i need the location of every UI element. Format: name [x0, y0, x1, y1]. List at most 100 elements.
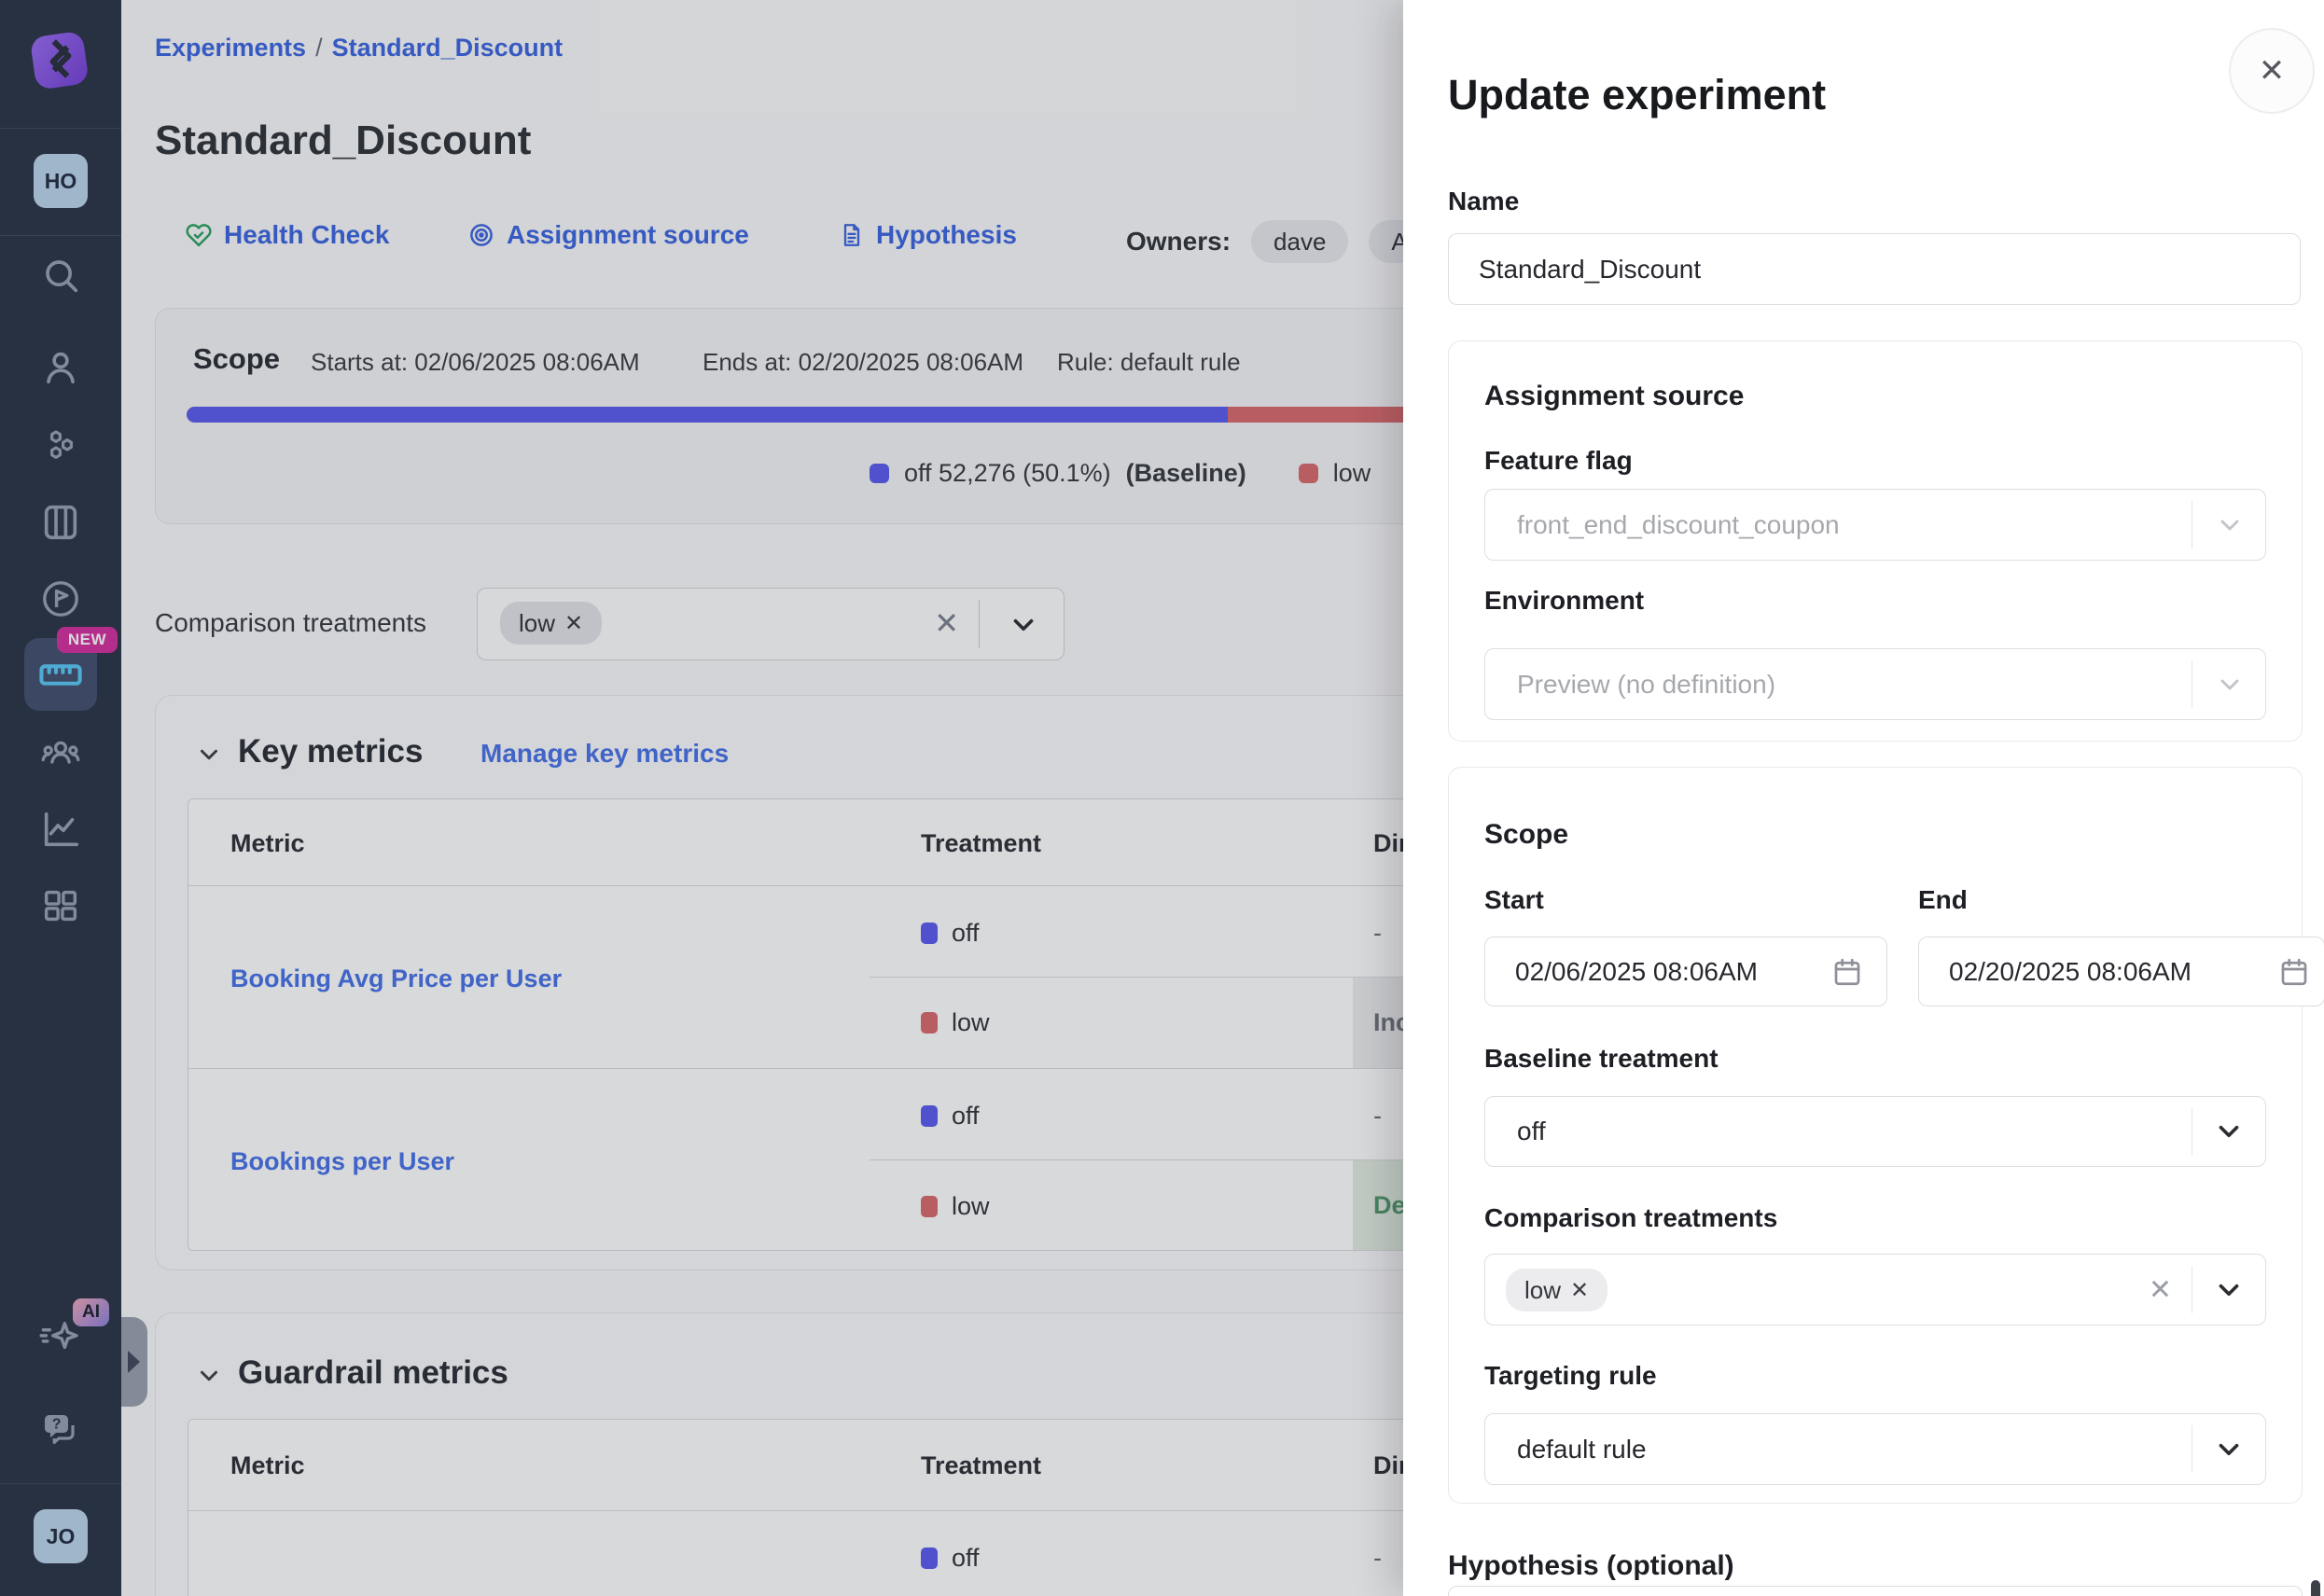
sidebar-item-segments[interactable]: [0, 423, 121, 468]
scope-starts-at: Starts at: 02/06/2025 08:06AM: [311, 348, 640, 377]
drawer-title: Update experiment: [1448, 71, 1826, 119]
sidebar: HO: [0, 0, 121, 1596]
hypothesis-label: Hypothesis: [876, 220, 1017, 250]
collapse-chevron-icon[interactable]: [195, 1362, 223, 1390]
environment-label: Environment: [1484, 586, 1644, 616]
question-chat-icon: ?: [38, 1407, 83, 1451]
health-check-link[interactable]: Health Check: [185, 220, 389, 250]
targeting-rule-select[interactable]: default rule: [1484, 1413, 2266, 1485]
treatment-cell: off: [921, 919, 980, 948]
flag-circle-icon: [38, 576, 83, 621]
chip-remove-icon[interactable]: ✕: [564, 610, 583, 637]
targeting-rule-value: default rule: [1517, 1435, 1647, 1464]
scope-summary-title: Scope: [193, 342, 280, 376]
treatment-swatch-low: [921, 1012, 938, 1034]
app-logo[interactable]: [0, 28, 121, 90]
app-window: HO: [0, 0, 2324, 1596]
chip-remove-icon[interactable]: ✕: [1570, 1277, 1589, 1304]
sidebar-item-columns[interactable]: [0, 500, 121, 543]
collapse-chevron-icon[interactable]: [195, 741, 223, 769]
treatment-swatch-off: [921, 1547, 938, 1569]
manage-key-metrics-link[interactable]: Manage key metrics: [480, 739, 729, 769]
hypothesis-link[interactable]: Hypothesis: [839, 220, 1017, 250]
close-button[interactable]: ✕: [2229, 28, 2315, 114]
hexagons-icon: [38, 423, 83, 468]
assignment-source-link[interactable]: Assignment source: [467, 220, 749, 250]
key-metrics-title: Key metrics: [238, 733, 423, 770]
scope-heading: Scope: [1484, 819, 1568, 851]
new-badge: NEW: [57, 627, 118, 653]
col-header-metric: Metric: [230, 1451, 305, 1480]
legend-low-label: low: [1333, 459, 1371, 488]
breadcrumb-separator: /: [306, 34, 332, 62]
select-clear-icon[interactable]: ✕: [934, 605, 959, 641]
treatment-chip-label: low: [519, 609, 555, 638]
bullseye-icon: [467, 221, 495, 249]
treatment-chip-low[interactable]: low ✕: [500, 602, 602, 645]
select-divider: [979, 600, 980, 648]
person-icon: [39, 345, 82, 388]
sidebar-item-ai-assistant[interactable]: AI: [0, 1313, 121, 1362]
org-avatar[interactable]: HO: [0, 154, 121, 208]
col-header-metric: Metric: [230, 829, 305, 858]
drawer-scrollbar-thumb[interactable]: [2311, 1580, 2320, 1596]
calendar-icon: [1830, 955, 1864, 989]
treatment-name: off: [952, 919, 980, 948]
org-avatar-badge: HO: [34, 154, 88, 208]
treatment-chip-low[interactable]: low ✕: [1506, 1269, 1607, 1311]
metric-link[interactable]: Bookings per User: [230, 1147, 454, 1176]
sidebar-item-experiments-active[interactable]: NEW: [0, 638, 121, 711]
user-avatar[interactable]: JO: [0, 1509, 121, 1563]
treatment-cell: off: [921, 1544, 980, 1573]
sidebar-item-help[interactable]: ?: [0, 1407, 121, 1451]
comparison-treatments-select[interactable]: low ✕ ✕: [1484, 1254, 2266, 1325]
sidebar-divider: [0, 235, 121, 236]
line-chart-icon: [39, 808, 82, 851]
start-date-value: 02/06/2025 08:06AM: [1515, 957, 1758, 987]
comparison-treatments-select[interactable]: low ✕ ✕: [477, 588, 1065, 660]
metric-link[interactable]: Booking Avg Price per User: [230, 965, 562, 993]
feature-flag-select[interactable]: front_end_discount_coupon: [1484, 489, 2266, 561]
treatment-cell: low: [921, 1008, 990, 1037]
end-date-value: 02/20/2025 08:06AM: [1949, 957, 2192, 987]
sidebar-collapse-handle[interactable]: [121, 1317, 147, 1407]
columns-icon: [39, 500, 82, 543]
sidebar-item-search[interactable]: [0, 254, 121, 297]
col-header-treatment: Treatment: [921, 1451, 1041, 1480]
sidebar-item-analytics[interactable]: [0, 808, 121, 851]
hypothesis-textarea[interactable]: [1448, 1586, 2303, 1596]
owner-pill-dave[interactable]: dave: [1251, 220, 1348, 263]
sidebar-item-feature-flags[interactable]: [0, 576, 121, 621]
chevron-down-icon: [2213, 1116, 2245, 1147]
people-group-icon: [37, 729, 84, 776]
sidebar-item-audiences[interactable]: [0, 729, 121, 776]
comparison-treatments-label: Comparison treatments: [1484, 1203, 1777, 1233]
legend-off-baseline: (Baseline): [1126, 459, 1246, 488]
direction-value: -: [1373, 919, 1382, 948]
direction-value: -: [1373, 1544, 1382, 1573]
dashboard-grid-icon: [39, 884, 82, 927]
page-title: Standard_Discount: [155, 118, 531, 164]
treatment-cell: off: [921, 1102, 980, 1131]
name-input[interactable]: Standard_Discount: [1448, 233, 2301, 305]
assignment-source-label: Assignment source: [507, 220, 749, 250]
start-date-input[interactable]: 02/06/2025 08:06AM: [1484, 937, 1887, 1006]
treatment-name: low: [952, 1008, 990, 1037]
active-nav-tile: NEW: [24, 638, 97, 711]
select-clear-icon[interactable]: ✕: [2149, 1273, 2172, 1306]
breadcrumb-current[interactable]: Standard_Discount: [332, 34, 564, 62]
chevron-down-icon: [2215, 670, 2245, 700]
scope-ends-at: Ends at: 02/20/2025 08:06AM: [703, 348, 1023, 377]
allocation-bar-baseline: [187, 407, 1228, 423]
allocation-legend: off 52,276 (50.1%) (Baseline) low: [870, 459, 1371, 488]
sidebar-item-users[interactable]: [0, 345, 121, 388]
breadcrumb-root[interactable]: Experiments: [155, 34, 306, 62]
sidebar-item-dashboards[interactable]: [0, 884, 121, 927]
environment-select[interactable]: Preview (no definition): [1484, 648, 2266, 720]
guardrail-metrics-title: Guardrail metrics: [238, 1354, 508, 1392]
name-value: Standard_Discount: [1479, 255, 1701, 285]
calendar-icon: [2277, 955, 2311, 989]
owners-label: Owners:: [1126, 227, 1231, 257]
end-date-input[interactable]: 02/20/2025 08:06AM: [1918, 937, 2324, 1006]
baseline-treatment-select[interactable]: off: [1484, 1096, 2266, 1167]
